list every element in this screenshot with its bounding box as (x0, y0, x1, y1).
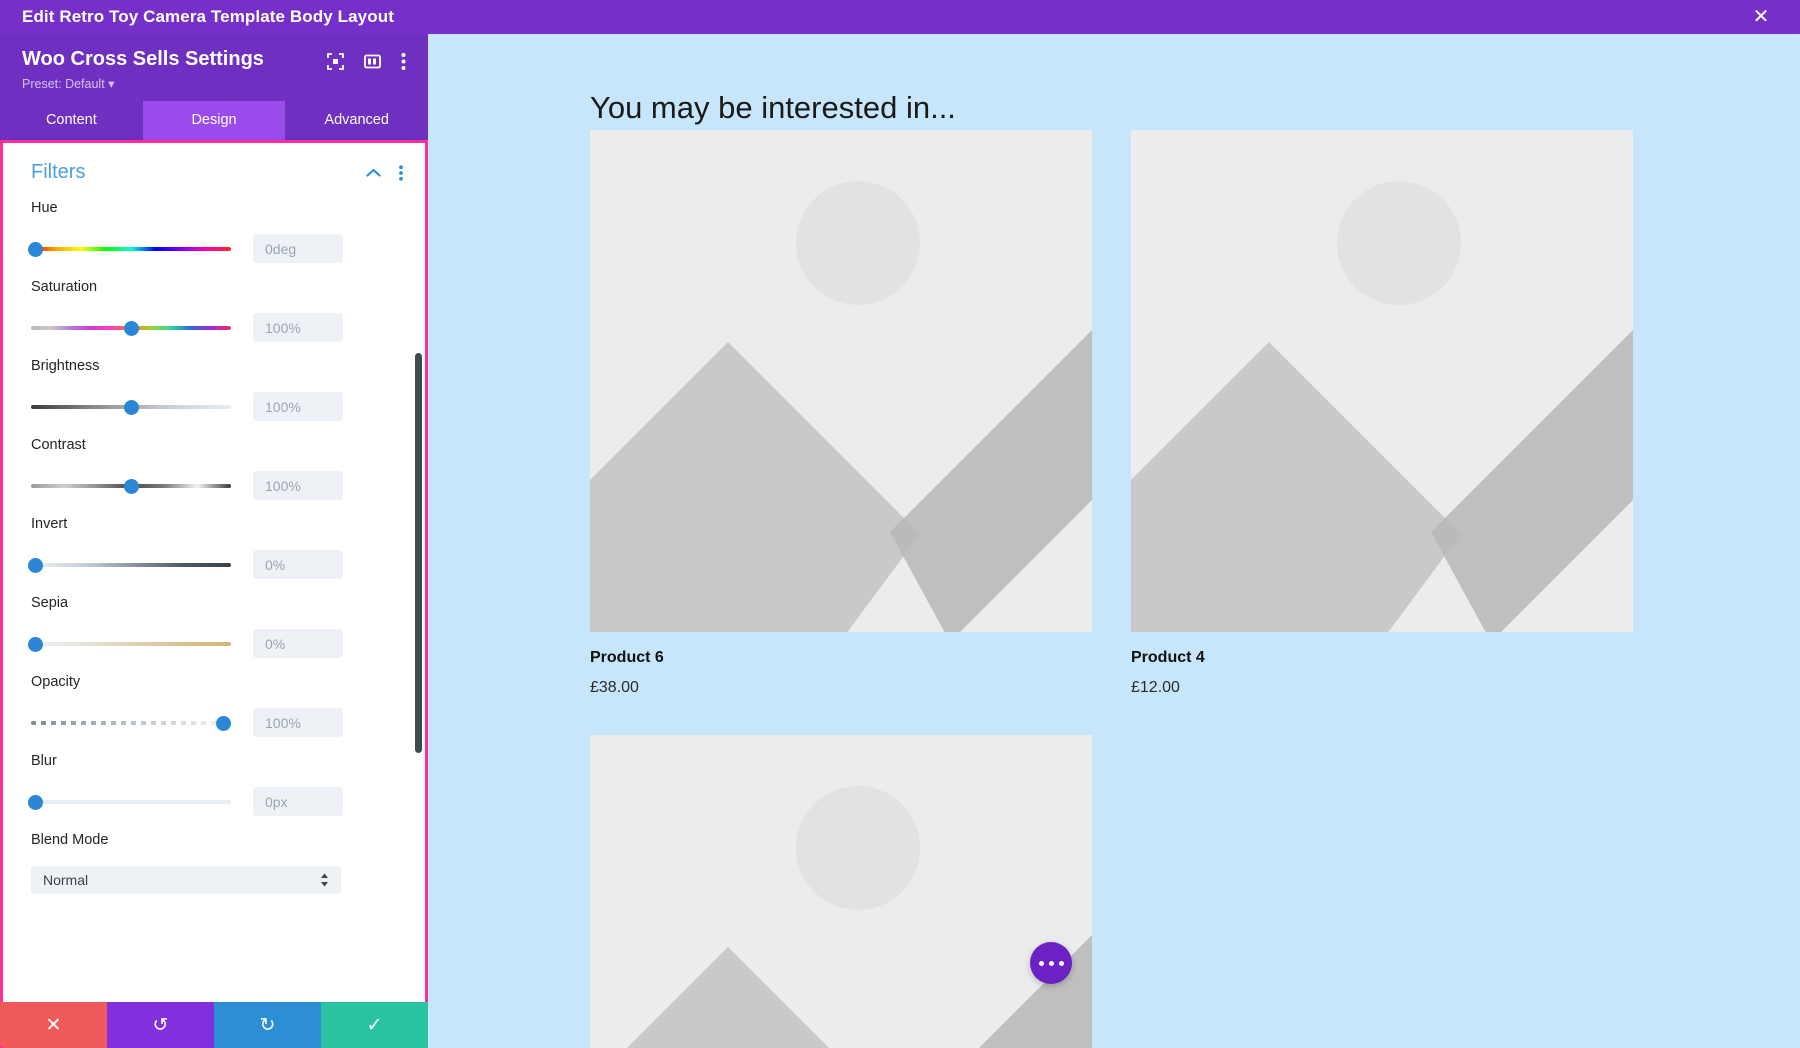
slider-contrast[interactable] (31, 476, 231, 496)
tab-advanced[interactable]: Advanced (285, 101, 428, 140)
field-label: Contrast (31, 437, 403, 453)
product-card[interactable] (590, 735, 1092, 1048)
product-price: £38.00 (590, 679, 1092, 697)
field-row: 100% (31, 313, 403, 342)
blend-mode-select[interactable]: Normal (31, 866, 341, 894)
slider-knob[interactable] (124, 479, 139, 494)
product-image-placeholder (1131, 130, 1633, 632)
slider-knob[interactable] (28, 637, 43, 652)
panel-layout-icon[interactable] (364, 53, 381, 70)
value-hue[interactable]: 0deg (253, 234, 343, 263)
field-row: 0deg (31, 234, 403, 263)
settings-panel: Woo Cross Sells Settings Preset: Default… (0, 34, 428, 1048)
more-vertical-icon[interactable] (399, 165, 403, 181)
preview-canvas: You may be interested in... Product 6 £3… (428, 34, 1800, 1048)
more-horizontal-icon[interactable] (1030, 942, 1072, 984)
slider-track (31, 800, 231, 804)
field-label: Opacity (31, 674, 403, 690)
field-opacity: Opacity 100% (3, 668, 425, 747)
product-price: £12.00 (1131, 679, 1633, 697)
product-card[interactable]: Product 4 £12.00 (1131, 130, 1633, 697)
field-row: 100% (31, 392, 403, 421)
top-bar-title: Edit Retro Toy Camera Template Body Layo… (22, 7, 394, 27)
product-image-placeholder (590, 130, 1092, 632)
field-contrast: Contrast 100% (3, 431, 425, 510)
field-label: Saturation (31, 279, 403, 295)
field-label: Blend Mode (31, 832, 403, 848)
preset-selector[interactable]: Preset: Default ▾ (22, 76, 406, 91)
field-saturation: Saturation 100% (3, 273, 425, 352)
slider-track (31, 642, 231, 646)
filters-group-title: Filters (31, 161, 348, 184)
tab-design[interactable]: Design (143, 101, 286, 140)
editor-root: Edit Retro Toy Camera Template Body Layo… (0, 0, 1800, 1048)
field-label: Blur (31, 753, 403, 769)
slider-track (31, 721, 231, 725)
save-button[interactable]: ✓ (321, 1002, 428, 1048)
slider-knob[interactable] (28, 242, 43, 257)
slider-track (31, 563, 231, 567)
field-hue: Hue 0deg (3, 194, 425, 273)
value-invert[interactable]: 0% (253, 550, 343, 579)
tab-content[interactable]: Content (0, 101, 143, 140)
field-row: 0% (31, 550, 403, 579)
action-bar: ✕ ↺ ↻ ✓ (0, 1002, 428, 1048)
settings-panel-header: Woo Cross Sells Settings Preset: Default… (0, 34, 428, 101)
value-blur[interactable]: 0px (253, 787, 343, 816)
slider-track (31, 247, 231, 251)
settings-tabs: Content Design Advanced (0, 101, 428, 140)
field-blur: Blur 0px (3, 747, 425, 826)
field-row: 100% (31, 708, 403, 737)
field-brightness: Brightness 100% (3, 352, 425, 431)
field-label: Sepia (31, 595, 403, 611)
top-bar: Edit Retro Toy Camera Template Body Layo… (0, 0, 1800, 34)
slider-knob[interactable] (28, 795, 43, 810)
focus-frame-icon[interactable] (327, 53, 344, 70)
chevron-up-icon[interactable] (366, 168, 381, 178)
field-row: 0px (31, 787, 403, 816)
value-brightness[interactable]: 100% (253, 392, 343, 421)
field-row: 0% (31, 629, 403, 658)
product-grid: Product 6 £38.00 Product 4 £12.00 (590, 130, 1670, 1048)
product-image-placeholder (590, 735, 1092, 1048)
undo-button[interactable]: ↺ (107, 1002, 214, 1048)
slider-invert[interactable] (31, 555, 231, 575)
settings-scroll-area[interactable]: Filters (3, 143, 425, 1045)
chevron-updown-icon (320, 873, 329, 887)
blend-mode-value: Normal (43, 872, 88, 888)
close-icon[interactable]: ✕ (1744, 0, 1778, 34)
slider-sepia[interactable] (31, 634, 231, 654)
field-label: Invert (31, 516, 403, 532)
field-invert: Invert 0% (3, 510, 425, 589)
slider-opacity[interactable] (31, 713, 231, 733)
slider-knob[interactable] (124, 400, 139, 415)
field-label: Hue (31, 200, 403, 216)
slider-saturation[interactable] (31, 318, 231, 338)
value-saturation[interactable]: 100% (253, 313, 343, 342)
slider-knob[interactable] (216, 716, 231, 731)
product-title: Product 6 (590, 649, 1092, 667)
field-blend-mode: Blend Mode Normal (3, 826, 425, 904)
field-row: 100% (31, 471, 403, 500)
settings-panel-header-icons (327, 52, 406, 71)
slider-knob[interactable] (28, 558, 43, 573)
filters-group-header: Filters (3, 143, 425, 194)
redo-button[interactable]: ↻ (214, 1002, 321, 1048)
cancel-button[interactable]: ✕ (0, 1002, 107, 1048)
value-sepia[interactable]: 0% (253, 629, 343, 658)
slider-hue[interactable] (31, 239, 231, 259)
slider-blur[interactable] (31, 792, 231, 812)
more-vertical-icon[interactable] (401, 52, 406, 71)
slider-brightness[interactable] (31, 397, 231, 417)
cross-sells-heading: You may be interested in... (590, 90, 956, 126)
value-opacity[interactable]: 100% (253, 708, 343, 737)
value-contrast[interactable]: 100% (253, 471, 343, 500)
slider-knob[interactable] (124, 321, 139, 336)
settings-body-highlight: Filters (0, 140, 428, 1048)
field-label: Brightness (31, 358, 403, 374)
field-sepia: Sepia 0% (3, 589, 425, 668)
product-card[interactable]: Product 6 £38.00 (590, 130, 1092, 697)
product-title: Product 4 (1131, 649, 1633, 667)
